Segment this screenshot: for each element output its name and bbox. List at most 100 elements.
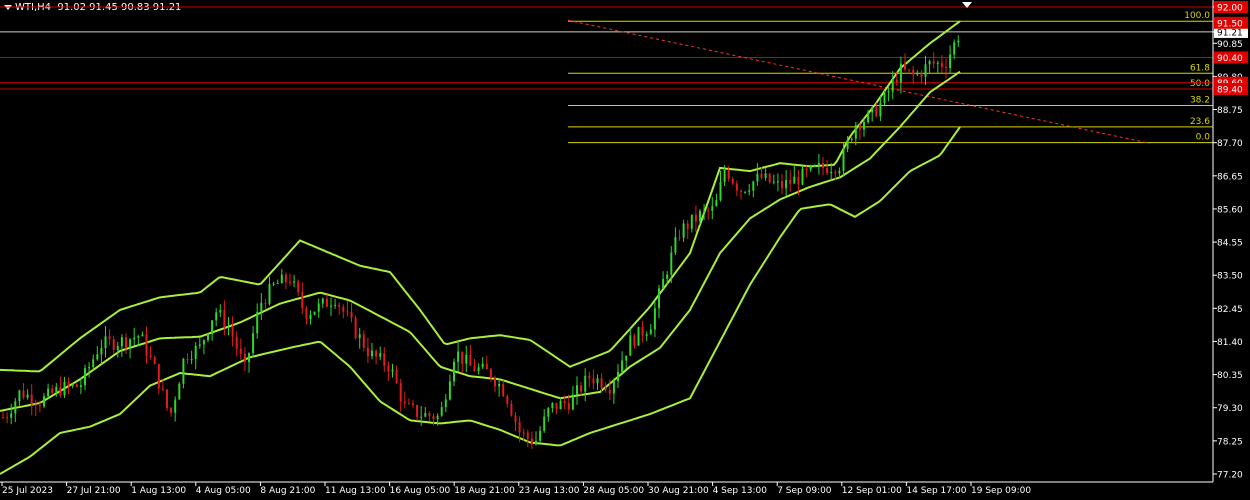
candle-body	[276, 283, 279, 285]
candle-body	[362, 334, 365, 348]
candle-body	[686, 223, 689, 229]
candle-body	[198, 344, 201, 346]
candle-body	[186, 358, 189, 360]
x-tick-label: 16 Aug 05:00	[390, 486, 451, 496]
horizontal-lines[interactable]	[0, 6, 1213, 90]
candle-body	[268, 283, 271, 304]
price-chart[interactable]: 100.0 61.8 50.0 38.2 23.6 0.0 92.00 91.21 90.85…	[0, 0, 1250, 500]
candle-body	[912, 69, 915, 75]
y-tick-label: 85.60	[1217, 205, 1243, 215]
candle-body	[530, 438, 533, 445]
candle-body	[760, 173, 763, 179]
candle-body	[432, 416, 435, 420]
price-label: 90.40	[1217, 54, 1243, 64]
candle-body	[30, 394, 33, 405]
candle-body	[6, 417, 9, 419]
candle-body	[571, 394, 574, 410]
fib-level-label: 61.8	[1190, 63, 1210, 73]
x-tick-label: 27 Jul 21:00	[67, 486, 121, 496]
candle-body	[719, 181, 722, 201]
candle-body	[248, 353, 250, 362]
candle-body	[26, 394, 29, 398]
candle-body	[202, 340, 205, 345]
candle-body	[440, 407, 443, 416]
candle-body	[75, 384, 78, 387]
candle-body	[904, 63, 906, 70]
candle-body	[899, 63, 902, 83]
x-tick-label: 4 Aug 05:00	[196, 486, 251, 496]
candle-body	[510, 403, 513, 416]
fib-level-label: 23.6	[1190, 117, 1210, 127]
candle-body	[608, 390, 611, 394]
candle-body	[321, 298, 324, 304]
candle-body	[518, 422, 521, 433]
candle-body	[694, 214, 697, 222]
candle-body	[707, 210, 710, 212]
candle-body	[768, 173, 771, 183]
candle-body	[338, 304, 341, 307]
candle-body	[96, 354, 99, 360]
candle-body	[141, 334, 144, 337]
y-tick-label: 88.75	[1217, 106, 1243, 116]
candle-body	[371, 350, 373, 357]
candle-body	[826, 167, 829, 174]
candle-body	[645, 334, 648, 336]
candle-body	[416, 404, 419, 417]
candle-body	[182, 358, 185, 384]
candle-body	[879, 103, 882, 117]
x-tick-label: 1 Aug 13:00	[131, 486, 186, 496]
candle-body	[379, 353, 382, 357]
x-tick-label: 28 Aug 05:00	[583, 486, 644, 496]
candle-body	[920, 73, 923, 77]
x-tick-label: 4 Sep 13:00	[713, 486, 768, 496]
candle-body	[731, 178, 734, 184]
candle-body	[260, 302, 263, 313]
candle-body	[2, 417, 4, 419]
candle-body	[100, 348, 103, 355]
candle-body	[936, 62, 939, 64]
candle-body	[658, 288, 660, 309]
candle-body	[313, 311, 316, 315]
candle-body	[949, 54, 952, 68]
y-tick-label: 78.25	[1217, 437, 1243, 447]
candle-body	[485, 363, 488, 370]
fib-level-label: 50.0	[1190, 79, 1210, 89]
candle-body	[67, 382, 70, 386]
candle-body	[420, 416, 423, 418]
candle-body	[809, 165, 812, 170]
candle-body	[822, 163, 824, 168]
candle-body	[149, 355, 152, 358]
candle-body	[699, 211, 701, 222]
candle-body	[477, 367, 480, 372]
candle-body	[854, 125, 857, 139]
candle-body	[924, 64, 927, 77]
y-tick-label: 80.35	[1217, 371, 1243, 381]
candle-body	[801, 168, 804, 185]
candle-body	[461, 351, 464, 364]
candle-body	[752, 181, 755, 191]
candle-body	[867, 112, 870, 123]
candle-body	[785, 179, 788, 189]
fib-level-label: 100.0	[1184, 11, 1210, 21]
candle-body	[502, 383, 505, 397]
candle-body	[592, 378, 595, 383]
candle-body	[444, 399, 447, 408]
candle-body	[781, 181, 783, 189]
candle-body	[764, 173, 767, 179]
x-tick-label: 25 Jul 2023	[2, 486, 53, 496]
price-label: 89.40	[1217, 86, 1243, 96]
candle-body	[309, 314, 312, 320]
fibonacci-retracement[interactable]: 100.0 61.8 50.0 38.2 23.6 0.0	[568, 11, 1213, 144]
candle-body	[535, 440, 537, 445]
candle-body	[424, 413, 427, 417]
candle-body	[776, 181, 779, 183]
candle-body	[125, 337, 127, 348]
candle-body	[916, 73, 919, 75]
bollinger-lower-band	[0, 126, 961, 475]
x-tick-label: 8 Aug 21:00	[260, 486, 315, 496]
candle-body	[522, 432, 525, 434]
candle-body	[112, 339, 115, 350]
y-tick-label: 92.00	[1217, 4, 1243, 14]
candle-body	[846, 139, 849, 149]
candle-body	[526, 432, 529, 439]
